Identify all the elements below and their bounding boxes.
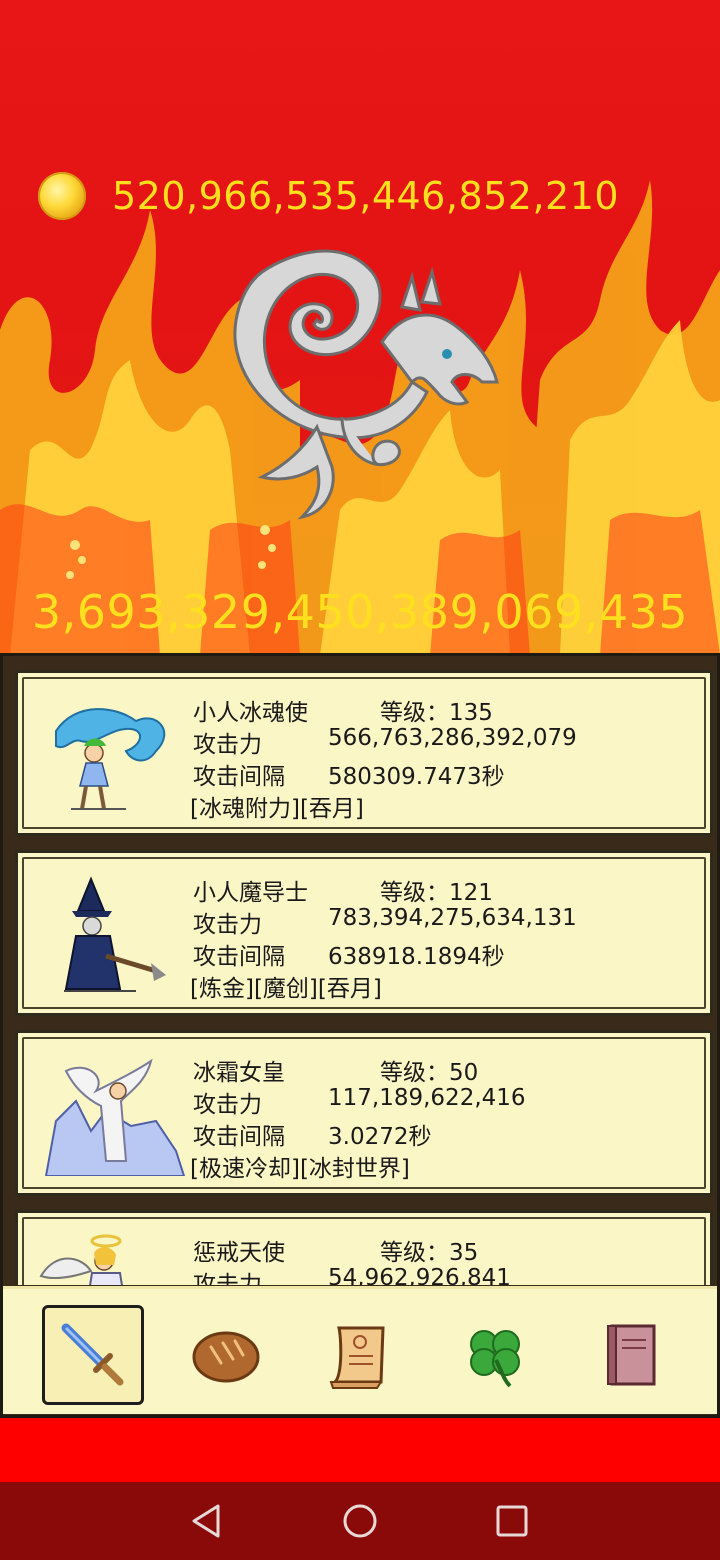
attack-value: 566,763,286,392,079 [328,725,577,751]
attack-label: 攻击力 [193,912,262,938]
hero-card[interactable]: 小人冰魂使 等级：135 攻击力 566,763,286,392,079 攻击间… [15,670,713,836]
gold-counter: 520,966,535,446,852,210 [38,170,619,222]
tab-heroes[interactable] [42,1305,144,1405]
white-dragon-boss[interactable] [222,232,512,532]
gold-amount: 520,966,535,446,852,210 [112,174,620,218]
attack-label: 攻击力 [193,732,262,758]
interval-label: 攻击间隔 [193,1124,285,1150]
hero-list[interactable]: 小人冰魂使 等级：135 攻击力 566,763,286,392,079 攻击间… [5,660,719,1285]
angel-icon [39,1234,123,1285]
frost-queen-icon [44,1058,186,1176]
recents-icon[interactable] [487,1496,537,1546]
hero-card[interactable]: 惩戒天使 等级：35 攻击力 54,962,926,841 [15,1210,713,1285]
gold-coin-icon [38,172,86,220]
hero-card[interactable]: 冰霜女皇 等级：50 攻击力 117,189,622,416 攻击间隔 3.02… [15,1030,713,1196]
hero-level: 等级：135 [380,700,493,726]
interval-value: 3.0272秒 [328,1124,432,1150]
bottom-red-band [0,1418,720,1482]
scroll-icon [329,1326,385,1389]
hero-name: 小人魔导士 [193,880,308,906]
attack-label: 攻击力 [193,1272,262,1285]
attack-value: 117,189,622,416 [328,1085,526,1111]
sword-icon [61,1323,124,1386]
interval-label: 攻击间隔 [193,764,285,790]
battle-scene: 520,966,535,446,852,210 3,693,329,450,38… [0,0,720,655]
bottom-tab-bar [3,1286,717,1414]
interval-value: 638918.1894秒 [328,944,505,970]
hero-card[interactable]: 小人魔导士 等级：121 攻击力 783,394,275,634,131 攻击间… [15,850,713,1016]
hero-name: 小人冰魂使 [193,700,308,726]
attack-value: 783,394,275,634,131 [328,905,577,931]
tab-luck[interactable] [444,1305,546,1405]
attack-label: 攻击力 [193,1092,262,1118]
interval-label: 攻击间隔 [193,944,285,970]
total-damage-value: 3,693,329,450,389,069,435 [31,585,689,639]
back-icon[interactable] [182,1496,232,1546]
tab-food[interactable] [175,1305,277,1405]
bread-icon [192,1331,260,1383]
interval-value: 580309.7473秒 [328,764,505,790]
home-icon[interactable] [335,1496,385,1546]
hero-name: 冰霜女皇 [193,1060,285,1086]
hero-skills: [冰魂附力][吞月] [190,796,364,822]
tab-scroll[interactable] [309,1305,411,1405]
hero-level: 等级：121 [380,880,493,906]
attack-value: 54,962,926,841 [328,1265,511,1285]
hero-panel: 小人冰魂使 等级：135 攻击力 566,763,286,392,079 攻击间… [0,653,720,1418]
system-navigation-bar [0,1482,720,1560]
hero-skills: [炼金][魔创][吞月] [190,976,382,1002]
tab-book[interactable] [581,1305,683,1405]
ice-spirit-girl-icon [55,708,166,810]
book-icon [607,1324,656,1386]
hero-level: 等级：35 [380,1240,479,1266]
hero-level: 等级：50 [380,1060,479,1086]
hero-name: 惩戒天使 [193,1240,285,1266]
hero-skills: [极速冷却][冰封世界] [190,1156,410,1182]
clover-icon [470,1330,520,1388]
wizard-icon [64,876,166,992]
